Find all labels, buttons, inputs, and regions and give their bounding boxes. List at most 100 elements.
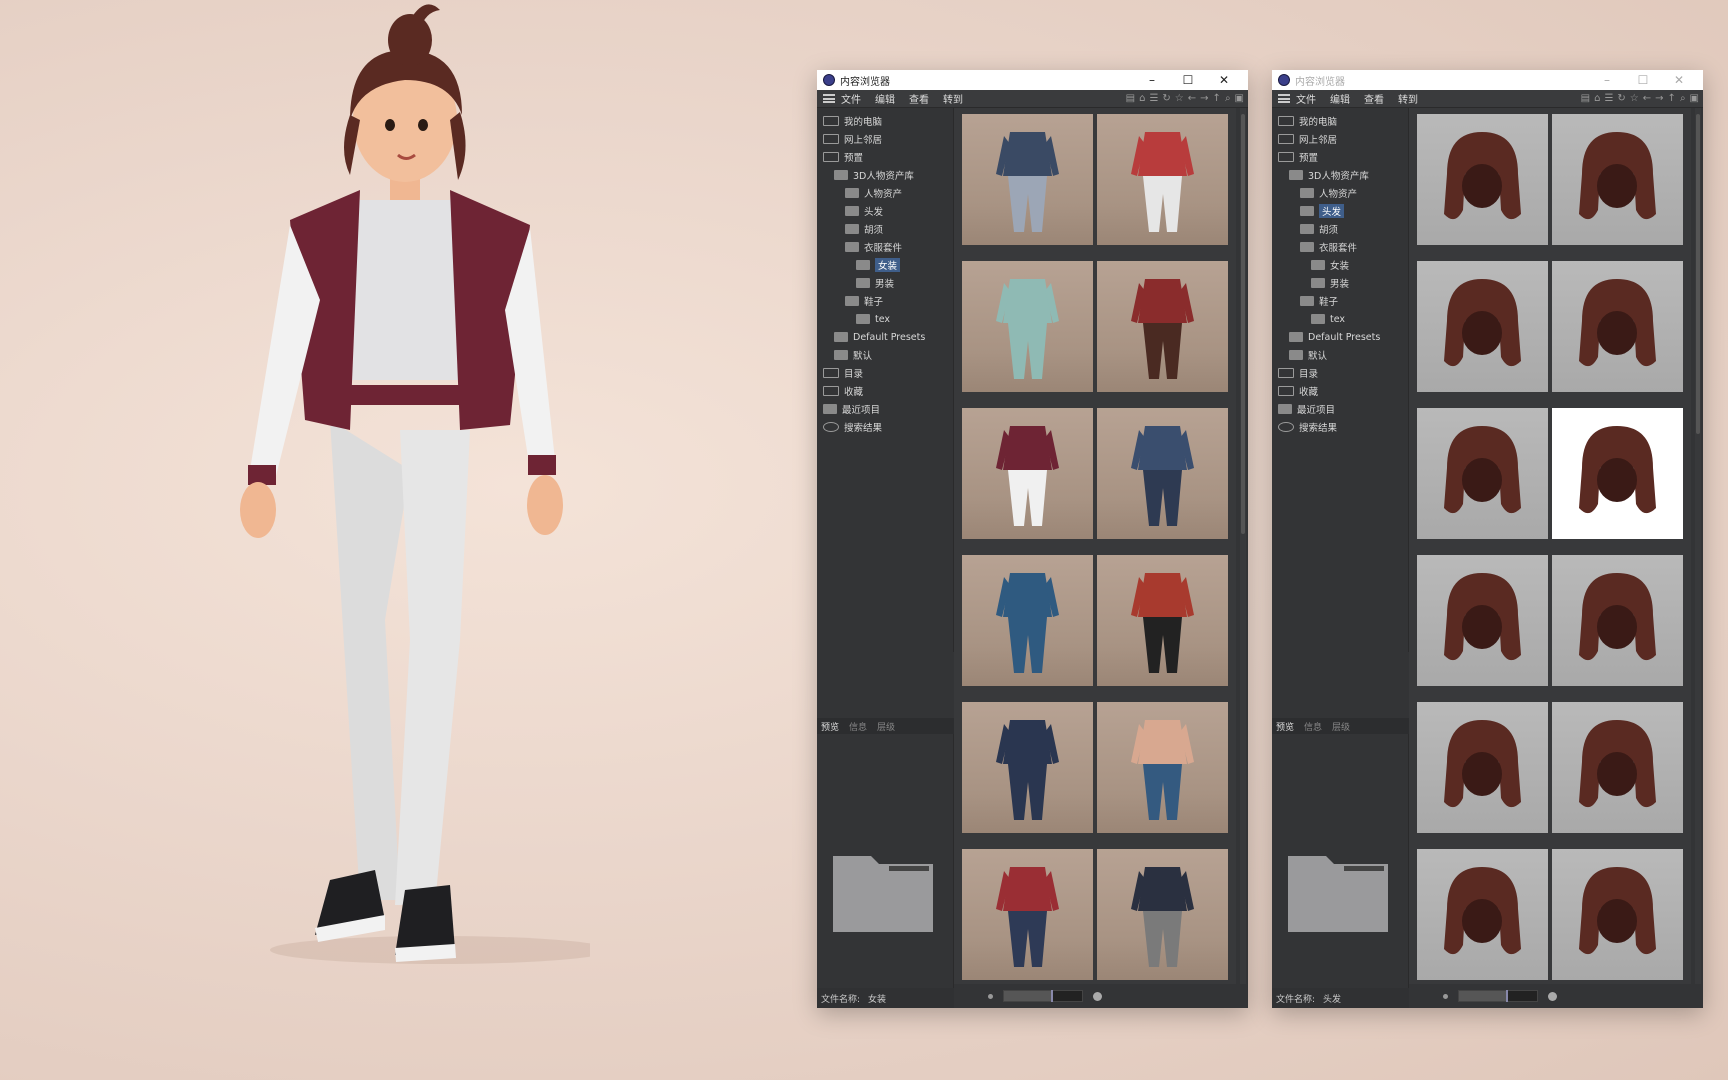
layout-icon[interactable]: ▤ <box>1581 93 1590 104</box>
hair-thumbnail[interactable] <box>1552 114 1683 245</box>
menu-goto[interactable]: 转到 <box>943 91 963 106</box>
tree-node[interactable]: 搜索结果 <box>817 418 953 436</box>
close-button[interactable]: ✕ <box>1206 73 1242 87</box>
tree-node[interactable]: 人物资产 <box>1272 184 1408 202</box>
menu-edit[interactable]: 编辑 <box>875 91 895 106</box>
outfit-thumbnail[interactable] <box>1097 849 1228 980</box>
hair-thumbnail[interactable] <box>1417 408 1548 539</box>
tree-node[interactable]: Default Presets <box>1272 328 1408 346</box>
scrollbar-thumb[interactable] <box>1241 114 1245 534</box>
tree-node[interactable]: 最近项目 <box>817 400 953 418</box>
hair-thumbnail[interactable] <box>1552 408 1683 539</box>
tree-node[interactable]: 默认 <box>1272 346 1408 364</box>
tree-node[interactable]: 衣服套件 <box>817 238 953 256</box>
minimize-button[interactable]: – <box>1134 73 1170 87</box>
hair-thumbnail[interactable] <box>1552 849 1683 980</box>
menu-view[interactable]: 查看 <box>909 91 929 106</box>
forward-icon[interactable]: → <box>1655 93 1663 104</box>
tree-node[interactable]: 搜索结果 <box>1272 418 1408 436</box>
content-browser-window-left[interactable]: 内容浏览器 – ☐ ✕ 文件 编辑 查看 转到 ▤ ⌂ ☰ ↻ ☆ ← → ↑ … <box>817 70 1248 1008</box>
outfit-thumbnail[interactable] <box>1097 114 1228 245</box>
zoom-in-icon[interactable] <box>1548 991 1557 1001</box>
maximize-button[interactable]: ☐ <box>1170 73 1206 87</box>
tab-layers[interactable]: 层级 <box>1332 720 1350 733</box>
tree-node[interactable]: tex <box>817 310 953 328</box>
layout-icon[interactable]: ▤ <box>1126 93 1135 104</box>
expand-icon[interactable]: ▣ <box>1690 93 1699 104</box>
tree-node[interactable]: 3D人物资产库 <box>817 166 953 184</box>
content-browser-window-right[interactable]: 内容浏览器 – ☐ ✕ 文件 编辑 查看 转到 ▤ ⌂ ☰ ↻ ☆ ← → ↑ … <box>1272 70 1703 1008</box>
tab-preview[interactable]: 预览 <box>821 720 839 733</box>
hamburger-menu-icon[interactable] <box>823 94 835 103</box>
outfit-thumbnail[interactable] <box>962 849 1093 980</box>
zoom-in-icon[interactable] <box>1093 991 1102 1001</box>
hair-thumbnail[interactable] <box>1552 261 1683 392</box>
tab-preview[interactable]: 预览 <box>1276 720 1294 733</box>
tree-node[interactable]: 我的电脑 <box>817 112 953 130</box>
vertical-scrollbar[interactable] <box>1240 108 1246 984</box>
expand-icon[interactable]: ▣ <box>1235 93 1244 104</box>
forward-icon[interactable]: → <box>1200 93 1208 104</box>
outfit-thumbnail[interactable] <box>962 408 1093 539</box>
up-icon[interactable]: ↑ <box>1213 93 1221 104</box>
tree-node[interactable]: 默认 <box>817 346 953 364</box>
home-icon[interactable]: ⌂ <box>1594 93 1600 104</box>
zoom-slider[interactable] <box>1003 990 1083 1002</box>
star-icon[interactable]: ☆ <box>1175 93 1184 104</box>
tree-node[interactable]: 人物资产 <box>817 184 953 202</box>
tree-node[interactable]: 头发 <box>1272 202 1408 220</box>
menu-view[interactable]: 查看 <box>1364 91 1384 106</box>
zoom-slider[interactable] <box>1458 990 1538 1002</box>
title-bar[interactable]: 内容浏览器 – ☐ ✕ <box>1272 70 1703 90</box>
tab-layers[interactable]: 层级 <box>877 720 895 733</box>
tree-node[interactable]: 收藏 <box>1272 382 1408 400</box>
tree-node[interactable]: 胡须 <box>1272 220 1408 238</box>
tree-node[interactable]: 我的电脑 <box>1272 112 1408 130</box>
tree-node[interactable]: 网上邻居 <box>1272 130 1408 148</box>
zoom-slider-handle[interactable] <box>1505 990 1508 1002</box>
tree-node[interactable]: 鞋子 <box>1272 292 1408 310</box>
tree-node[interactable]: 鞋子 <box>817 292 953 310</box>
tab-info[interactable]: 信息 <box>1304 720 1322 733</box>
zoom-slider-handle[interactable] <box>1050 990 1053 1002</box>
up-icon[interactable]: ↑ <box>1668 93 1676 104</box>
tree-node[interactable]: 收藏 <box>817 382 953 400</box>
menu-file[interactable]: 文件 <box>841 91 861 106</box>
search-icon[interactable]: ⌕ <box>1680 93 1686 104</box>
star-icon[interactable]: ☆ <box>1630 93 1639 104</box>
tree-node[interactable]: 女装 <box>1272 256 1408 274</box>
hamburger-menu-icon[interactable] <box>1278 94 1290 103</box>
tab-info[interactable]: 信息 <box>849 720 867 733</box>
tree-node[interactable]: 目录 <box>817 364 953 382</box>
outfit-thumbnail[interactable] <box>1097 261 1228 392</box>
hair-thumbnail[interactable] <box>1417 261 1548 392</box>
hair-thumbnail[interactable] <box>1417 849 1548 980</box>
tree-node[interactable]: 最近项目 <box>1272 400 1408 418</box>
hair-thumbnail[interactable] <box>1417 114 1548 245</box>
tree-node[interactable]: 女装 <box>817 256 953 274</box>
menu-goto[interactable]: 转到 <box>1398 91 1418 106</box>
minimize-button[interactable]: – <box>1589 73 1625 87</box>
zoom-out-icon[interactable] <box>988 993 993 999</box>
maximize-button[interactable]: ☐ <box>1625 73 1661 87</box>
title-bar[interactable]: 内容浏览器 – ☐ ✕ <box>817 70 1248 90</box>
refresh-icon[interactable]: ↻ <box>1617 93 1625 104</box>
close-button[interactable]: ✕ <box>1661 73 1697 87</box>
tree-node[interactable]: 3D人物资产库 <box>1272 166 1408 184</box>
hair-thumbnail[interactable] <box>1417 555 1548 686</box>
outfit-thumbnail[interactable] <box>962 555 1093 686</box>
hair-thumbnail[interactable] <box>1417 702 1548 833</box>
list-icon[interactable]: ☰ <box>1149 93 1158 104</box>
menu-file[interactable]: 文件 <box>1296 91 1316 106</box>
tree-node[interactable]: Default Presets <box>817 328 953 346</box>
tree-node[interactable]: tex <box>1272 310 1408 328</box>
refresh-icon[interactable]: ↻ <box>1162 93 1170 104</box>
tree-node[interactable]: 男装 <box>1272 274 1408 292</box>
home-icon[interactable]: ⌂ <box>1139 93 1145 104</box>
tree-node[interactable]: 头发 <box>817 202 953 220</box>
outfit-thumbnail[interactable] <box>962 702 1093 833</box>
outfit-thumbnail[interactable] <box>1097 702 1228 833</box>
menu-edit[interactable]: 编辑 <box>1330 91 1350 106</box>
search-icon[interactable]: ⌕ <box>1225 93 1231 104</box>
outfit-thumbnail[interactable] <box>962 114 1093 245</box>
